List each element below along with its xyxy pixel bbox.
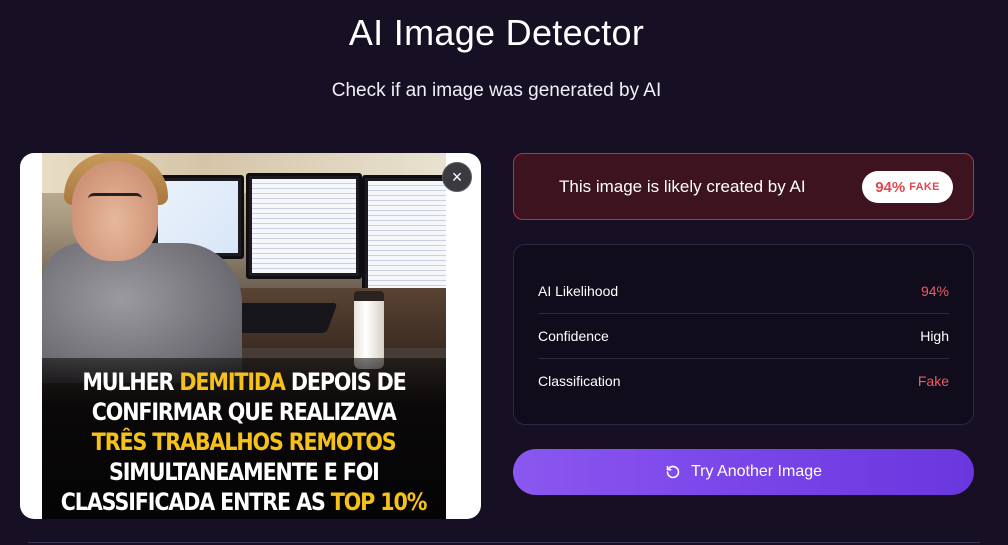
stat-label: Confidence [538, 328, 609, 344]
section-divider [28, 542, 980, 543]
ai-image-detector-page: AI Image Detector Check if an image was … [0, 0, 1008, 545]
caption-segment: DEPOIS DE [284, 367, 407, 396]
close-icon: × [451, 167, 463, 187]
photo-caption: MULHER DEMITIDA DEPOIS DE CONFIRMAR QUE … [42, 358, 446, 519]
result-banner: This image is likely created by AI 94% F… [513, 153, 974, 220]
remove-image-button[interactable]: × [442, 162, 472, 192]
try-another-image-button[interactable]: Try Another Image [513, 449, 974, 495]
stat-value: Fake [917, 373, 949, 389]
caption-line: CLASSIFICADA ENTRE AS TOP 10% [61, 487, 428, 517]
badge-percent: 94% [875, 178, 906, 196]
result-text: This image is likely created by AI [559, 177, 806, 196]
caption-segment: CONFIRMAR QUE REALIZAVA [91, 397, 397, 426]
caption-highlight: DEMITIDA [179, 367, 285, 396]
uploaded-image-preview: MULHER DEMITIDA DEPOIS DE CONFIRMAR QUE … [20, 153, 481, 519]
photo-person-face [72, 161, 158, 261]
photo-glasses [88, 193, 142, 210]
stat-value: 94% [920, 283, 949, 299]
caption-highlight: TOP 10% [331, 487, 428, 516]
stat-row-confidence: Confidence High [538, 314, 949, 359]
stat-label: AI Likelihood [538, 283, 619, 299]
badge-label: FAKE [909, 181, 940, 193]
page-subtitle: Check if an image was generated by AI [331, 80, 662, 101]
caption-highlight: TRÊS TRABALHOS REMOTOS [92, 427, 397, 456]
uploaded-photo: MULHER DEMITIDA DEPOIS DE CONFIRMAR QUE … [42, 153, 446, 519]
stat-value: High [920, 328, 949, 344]
page-title: AI Image Detector [348, 12, 645, 53]
stat-label: Classification [538, 373, 621, 389]
caption-segment: SIMULTANEAMENTE E FOI [109, 457, 380, 486]
photo-monitor-center [246, 173, 362, 279]
refresh-icon [665, 464, 681, 480]
caption-line: TRÊS TRABALHOS REMOTOS [92, 427, 397, 457]
result-badge: 94% FAKE [862, 171, 953, 203]
stat-row-ai-likelihood: AI Likelihood 94% [538, 269, 949, 314]
caption-segment: CLASSIFICADA ENTRE AS [61, 487, 332, 516]
caption-line: SIMULTANEAMENTE E FOI [109, 457, 380, 487]
stats-card: AI Likelihood 94% Confidence High Classi… [513, 244, 974, 425]
stat-row-classification: Classification Fake [538, 359, 949, 403]
caption-line: MULHER DEMITIDA DEPOIS DE [82, 367, 407, 397]
try-another-label: Try Another Image [690, 463, 823, 480]
photo-monitor-right [362, 175, 446, 303]
caption-line: CONFIRMAR QUE REALIZAVA [91, 397, 397, 427]
caption-segment: MULHER [82, 367, 180, 396]
